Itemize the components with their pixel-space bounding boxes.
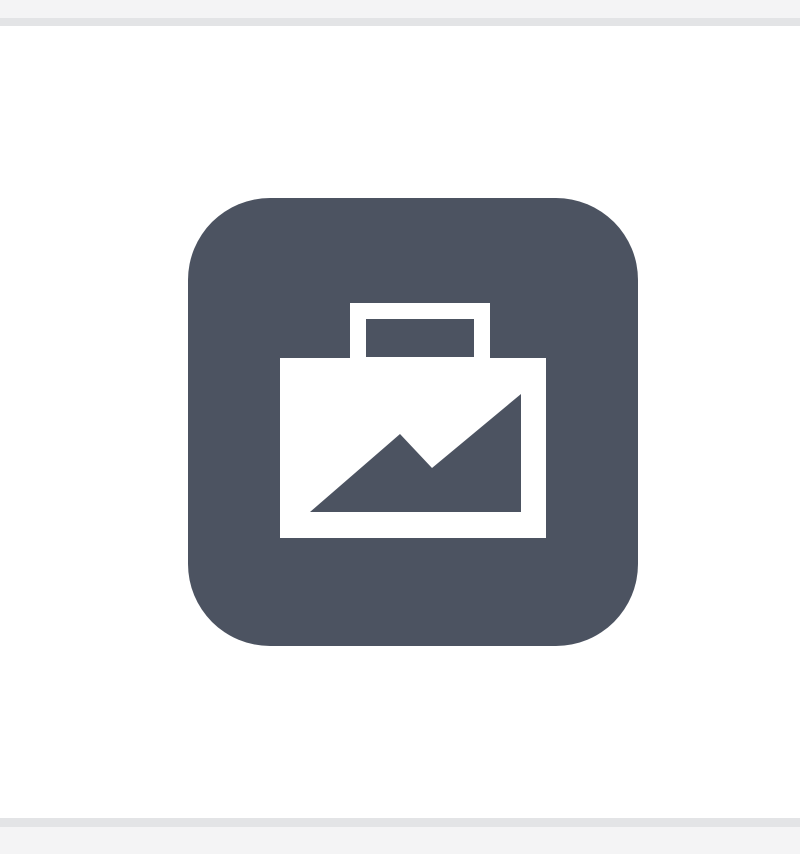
briefcase-chart-icon[interactable]	[188, 198, 638, 646]
top-divider	[0, 18, 800, 26]
top-band	[0, 0, 800, 18]
bottom-divider	[0, 818, 800, 827]
bottom-band	[0, 827, 800, 854]
